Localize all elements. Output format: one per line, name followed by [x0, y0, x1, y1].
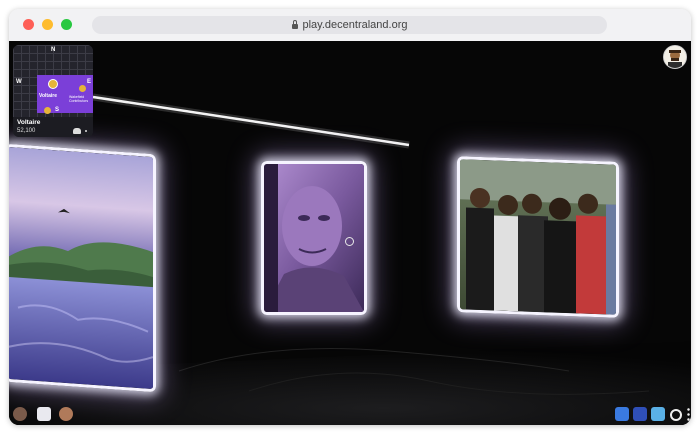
minimap-compass-south: S: [55, 107, 60, 113]
more-icon[interactable]: [687, 407, 690, 421]
minimap-compass-north: N: [51, 47, 56, 53]
friends-icon[interactable]: [59, 407, 73, 421]
minimap-poi-icon: [79, 85, 86, 92]
close-window-button[interactable]: [23, 19, 34, 30]
profile-avatar[interactable]: [663, 45, 687, 69]
minimap-player-icon: [44, 107, 51, 114]
minimap-compass-west: W: [16, 79, 22, 85]
builder-icon[interactable]: [615, 407, 629, 421]
minimap-compass-east: E: [87, 79, 92, 85]
minimize-window-button[interactable]: [42, 19, 53, 30]
settings-icon[interactable]: [670, 409, 682, 421]
browser-window: play.decentraland.org N W E S Voltaire W…: [9, 9, 691, 425]
explore-icon[interactable]: [651, 407, 665, 421]
chat-icon[interactable]: [37, 407, 51, 421]
crosshair-icon: [345, 237, 354, 246]
minimap-scene-label: Voltaire: [39, 93, 57, 99]
flag-icon[interactable]: [633, 407, 647, 421]
group-photo-image: [460, 159, 616, 315]
url-text: play.decentraland.org: [302, 19, 408, 31]
address-bar[interactable]: play.decentraland.org: [92, 16, 607, 34]
location-name: Voltaire: [17, 119, 41, 126]
more-dot-icon[interactable]: [85, 130, 87, 132]
minimap-marker-icon: [48, 79, 58, 89]
minimap[interactable]: N W E S Voltaire Wakefield Contributors …: [13, 45, 93, 137]
profile-icon[interactable]: [13, 407, 27, 421]
lock-icon: [291, 19, 298, 29]
minimap-footer: Voltaire 52,100: [13, 117, 93, 137]
landscape-painting[interactable]: [9, 143, 156, 393]
maximize-window-button[interactable]: [61, 19, 72, 30]
title-bar: play.decentraland.org: [9, 9, 691, 41]
group-photo[interactable]: [457, 156, 619, 318]
minimap-scene-sub-label: Wakefield Contributors: [69, 95, 89, 103]
users-icon[interactable]: [73, 128, 81, 134]
landscape-image: [9, 146, 154, 390]
avatar-face-icon: [664, 46, 686, 68]
location-coordinates: 52,100: [17, 128, 36, 134]
game-viewport[interactable]: N W E S Voltaire Wakefield Contributors …: [9, 41, 691, 425]
